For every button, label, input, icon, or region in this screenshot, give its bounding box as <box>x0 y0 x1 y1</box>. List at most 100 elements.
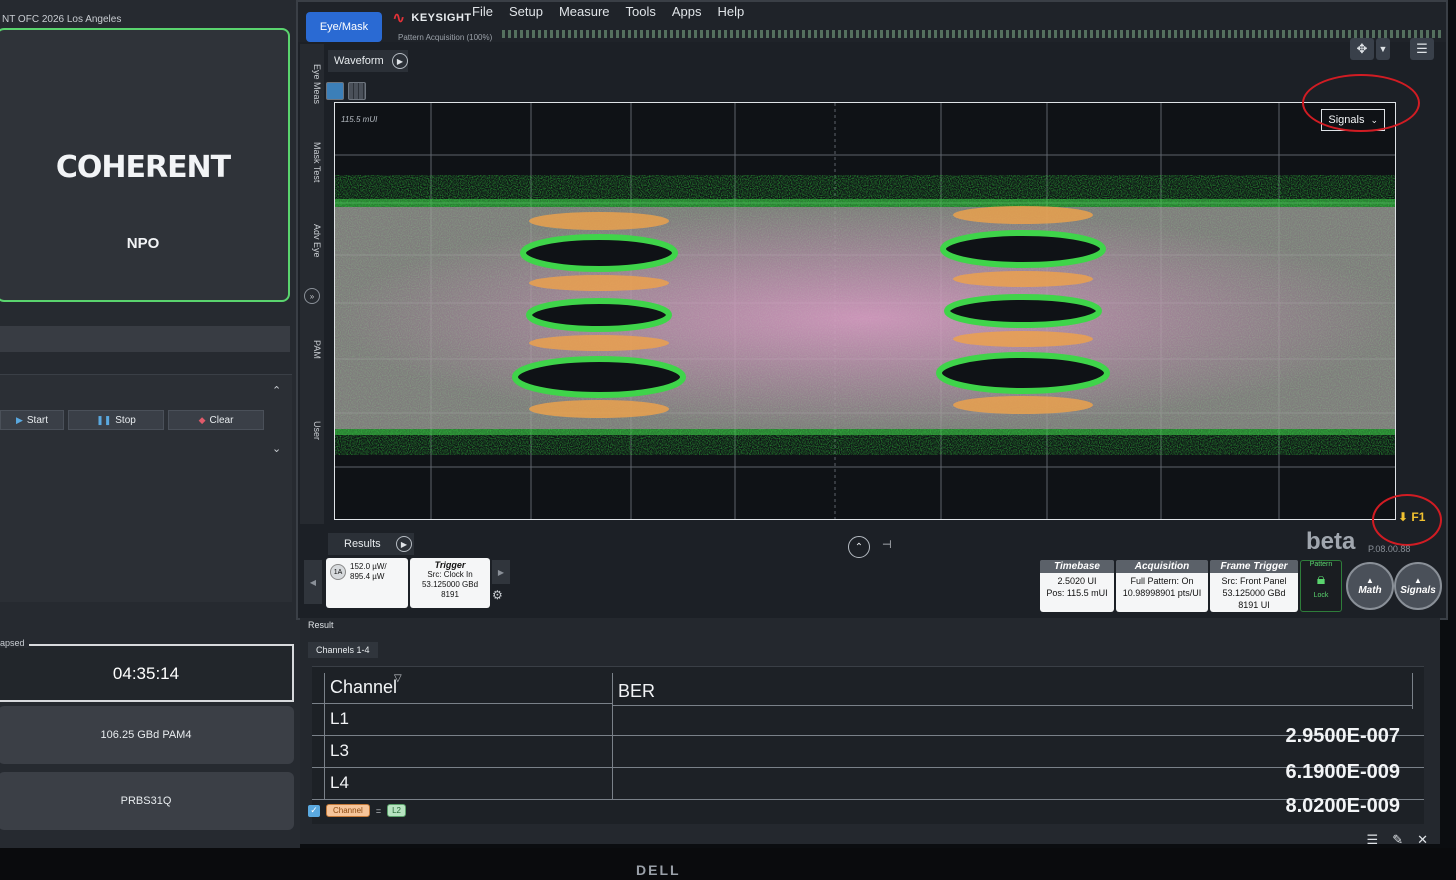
tab-adv-eye[interactable]: Adv Eye <box>302 214 322 268</box>
eye-opening-upper-right <box>940 230 1106 268</box>
logo-card: COHERENT NPO <box>0 28 290 302</box>
pause-icon: ❚❚ <box>96 414 112 425</box>
collapse-chevron-icon[interactable]: ⌃ <box>272 384 281 397</box>
move-icon[interactable]: ✥ <box>1350 38 1374 60</box>
edit-icon[interactable]: ✎ <box>1392 832 1403 848</box>
menu-apps[interactable]: Apps <box>672 4 702 19</box>
side-expand-icon[interactable]: » <box>304 288 320 304</box>
event-title: NT OFC 2026 Los Angeles <box>2 14 122 25</box>
acquisition-line1: Full Pattern: On <box>1130 576 1194 586</box>
coherent-logo: COHERENT <box>55 150 231 185</box>
pattern-lock-box[interactable]: Pattern 🔒︎ Lock <box>1300 560 1342 612</box>
math-up-icon: ▲ <box>1366 576 1374 585</box>
trigger-box[interactable]: Trigger Src: Clock In 53.125000 GBd 8191 <box>410 558 490 608</box>
signals-label: Signals <box>1400 585 1436 596</box>
tab-pam[interactable]: PAM <box>302 334 322 364</box>
split-view-icon[interactable] <box>348 82 366 100</box>
run-controls: ▶ Start ❚❚ Stop ◆ Clear <box>0 410 264 430</box>
trigger-count: 8191 <box>441 590 459 599</box>
signals-button[interactable]: ▲ Signals <box>1394 562 1442 610</box>
annotation-circle-signals <box>1302 74 1420 132</box>
start-button[interactable]: ▶ Start <box>0 410 64 430</box>
stop-button[interactable]: ❚❚ Stop <box>68 410 164 430</box>
menu-setup[interactable]: Setup <box>509 4 543 19</box>
column-header-channel[interactable]: Channel <box>330 677 397 698</box>
column-header-ber[interactable]: BER <box>618 681 655 702</box>
clear-label: Clear <box>209 414 234 426</box>
close-icon[interactable]: ✕ <box>1417 832 1428 848</box>
control-panel <box>0 374 292 602</box>
acquisition-line2: 10.98998901 pts/UI <box>1122 588 1202 598</box>
eye-opening-upper-left <box>520 234 678 272</box>
hamburger-menu-icon[interactable]: ☰ <box>1410 38 1434 60</box>
list-icon[interactable]: ☰ <box>1367 832 1379 848</box>
dell-logo: DELL <box>636 862 681 878</box>
channel-filter-chip[interactable]: Channel <box>326 804 370 817</box>
next-page-icon[interactable]: ▶ <box>492 560 510 584</box>
eye-opening-lower-left <box>512 356 686 398</box>
filter-icon[interactable]: ▽ <box>394 673 402 684</box>
channel-badge: 1A <box>330 564 346 580</box>
side-tabs: Eye Meas Mask Test Adv Eye » PAM User <box>300 44 324 524</box>
channel-1a-box[interactable]: 1A 152.0 µW/ 895.4 µW <box>326 558 408 608</box>
single-view-icon[interactable] <box>326 82 344 100</box>
results-play-icon[interactable]: ▶ <box>396 536 412 552</box>
keysight-wave-icon: ∿ <box>392 10 406 27</box>
expand-up-icon[interactable]: ⌃ <box>848 536 870 558</box>
eye-diagram-svg <box>335 103 1395 519</box>
math-button[interactable]: ▲ Math <box>1346 562 1394 610</box>
move-dropdown-icon[interactable]: ▼ <box>1376 38 1390 60</box>
menus: File Setup Measure Tools Apps Help <box>472 4 744 19</box>
acquisition-box[interactable]: Acquisition Full Pattern: On 10.98998901… <box>1116 560 1208 612</box>
expand-chevron-icon[interactable]: ⌄ <box>272 442 281 455</box>
results-tab-label: Results <box>344 538 381 550</box>
eye-mask-button[interactable]: Eye/Mask <box>306 12 382 42</box>
filter-footer: ✓ Channel = L2 <box>308 804 406 817</box>
eye-diagram-plot[interactable]: 115.5 mUI Signals ⌄ <box>334 102 1396 520</box>
tab-user[interactable]: User <box>302 416 322 446</box>
trigger-rate: 53.125000 GBd <box>421 580 479 589</box>
signals-up-icon: ▲ <box>1414 576 1422 585</box>
pin-icon[interactable]: ⊣ <box>882 538 892 551</box>
pattern-box: PRBS31Q <box>0 772 294 830</box>
row-divider <box>312 799 1424 800</box>
elapsed-value: 04:35:14 <box>112 664 180 683</box>
tab-mask-test[interactable]: Mask Test <box>302 132 322 192</box>
checkbox[interactable]: ✓ <box>308 804 320 817</box>
f1-marker[interactable]: ⬇ F1 <box>1398 510 1425 524</box>
prev-page-icon[interactable]: ◀ <box>304 560 322 604</box>
menu-file[interactable]: File <box>472 4 493 19</box>
timebase-line1: 2.5020 UI <box>1057 576 1097 586</box>
start-label: Start <box>26 414 49 426</box>
gear-icon[interactable]: ⚙ <box>492 588 503 602</box>
result-title: Result <box>308 620 334 630</box>
timebase-box[interactable]: Timebase 2.5020 UI Pos: 115.5 mUI <box>1040 560 1114 612</box>
eye-opening-lower-right <box>936 352 1110 394</box>
tab-channels[interactable]: Channels 1-4 <box>308 642 378 658</box>
brand-name: KEYSIGHT <box>411 12 472 24</box>
elapsed-box: apsed 04:35:14 <box>0 638 294 702</box>
scope-window: Eye/Mask ∿ KEYSIGHT File Setup Measure T… <box>296 0 1448 620</box>
eye-opening-middle-right <box>944 294 1102 328</box>
ber-cell: 2.9500E-007 <box>1285 725 1400 747</box>
column-divider <box>612 673 613 799</box>
logo-subtitle: NPO <box>126 235 160 252</box>
status-strip <box>0 326 290 352</box>
rate-box: 106.25 GBd PAM4 <box>0 706 294 764</box>
waveform-play-icon[interactable]: ▶ <box>392 53 408 69</box>
frame-trigger-box[interactable]: Frame Trigger Src: Front Panel 53.125000… <box>1210 560 1298 612</box>
menu-bar: Eye/Mask ∿ KEYSIGHT File Setup Measure T… <box>298 2 1446 42</box>
ber-cell: 6.1900E-009 <box>1285 761 1400 783</box>
menu-tools[interactable]: Tools <box>626 4 656 19</box>
l2-filter-chip[interactable]: L2 <box>387 804 406 817</box>
row-divider <box>612 705 1412 706</box>
channel-cell: L1 <box>330 709 349 728</box>
lock-icon: 🔒︎ <box>1316 571 1326 588</box>
frame-trigger-line2: 53.125000 GBd <box>1222 588 1286 598</box>
menu-measure[interactable]: Measure <box>559 4 610 19</box>
ber-table: Channel ▽ BER L1 L3 L4 2.9500E-007 6.190… <box>312 666 1424 824</box>
tab-eye-meas[interactable]: Eye Meas <box>302 54 322 114</box>
menu-help[interactable]: Help <box>718 4 745 19</box>
trigger-src: Src: Clock In <box>427 570 473 579</box>
clear-button[interactable]: ◆ Clear <box>168 410 264 430</box>
